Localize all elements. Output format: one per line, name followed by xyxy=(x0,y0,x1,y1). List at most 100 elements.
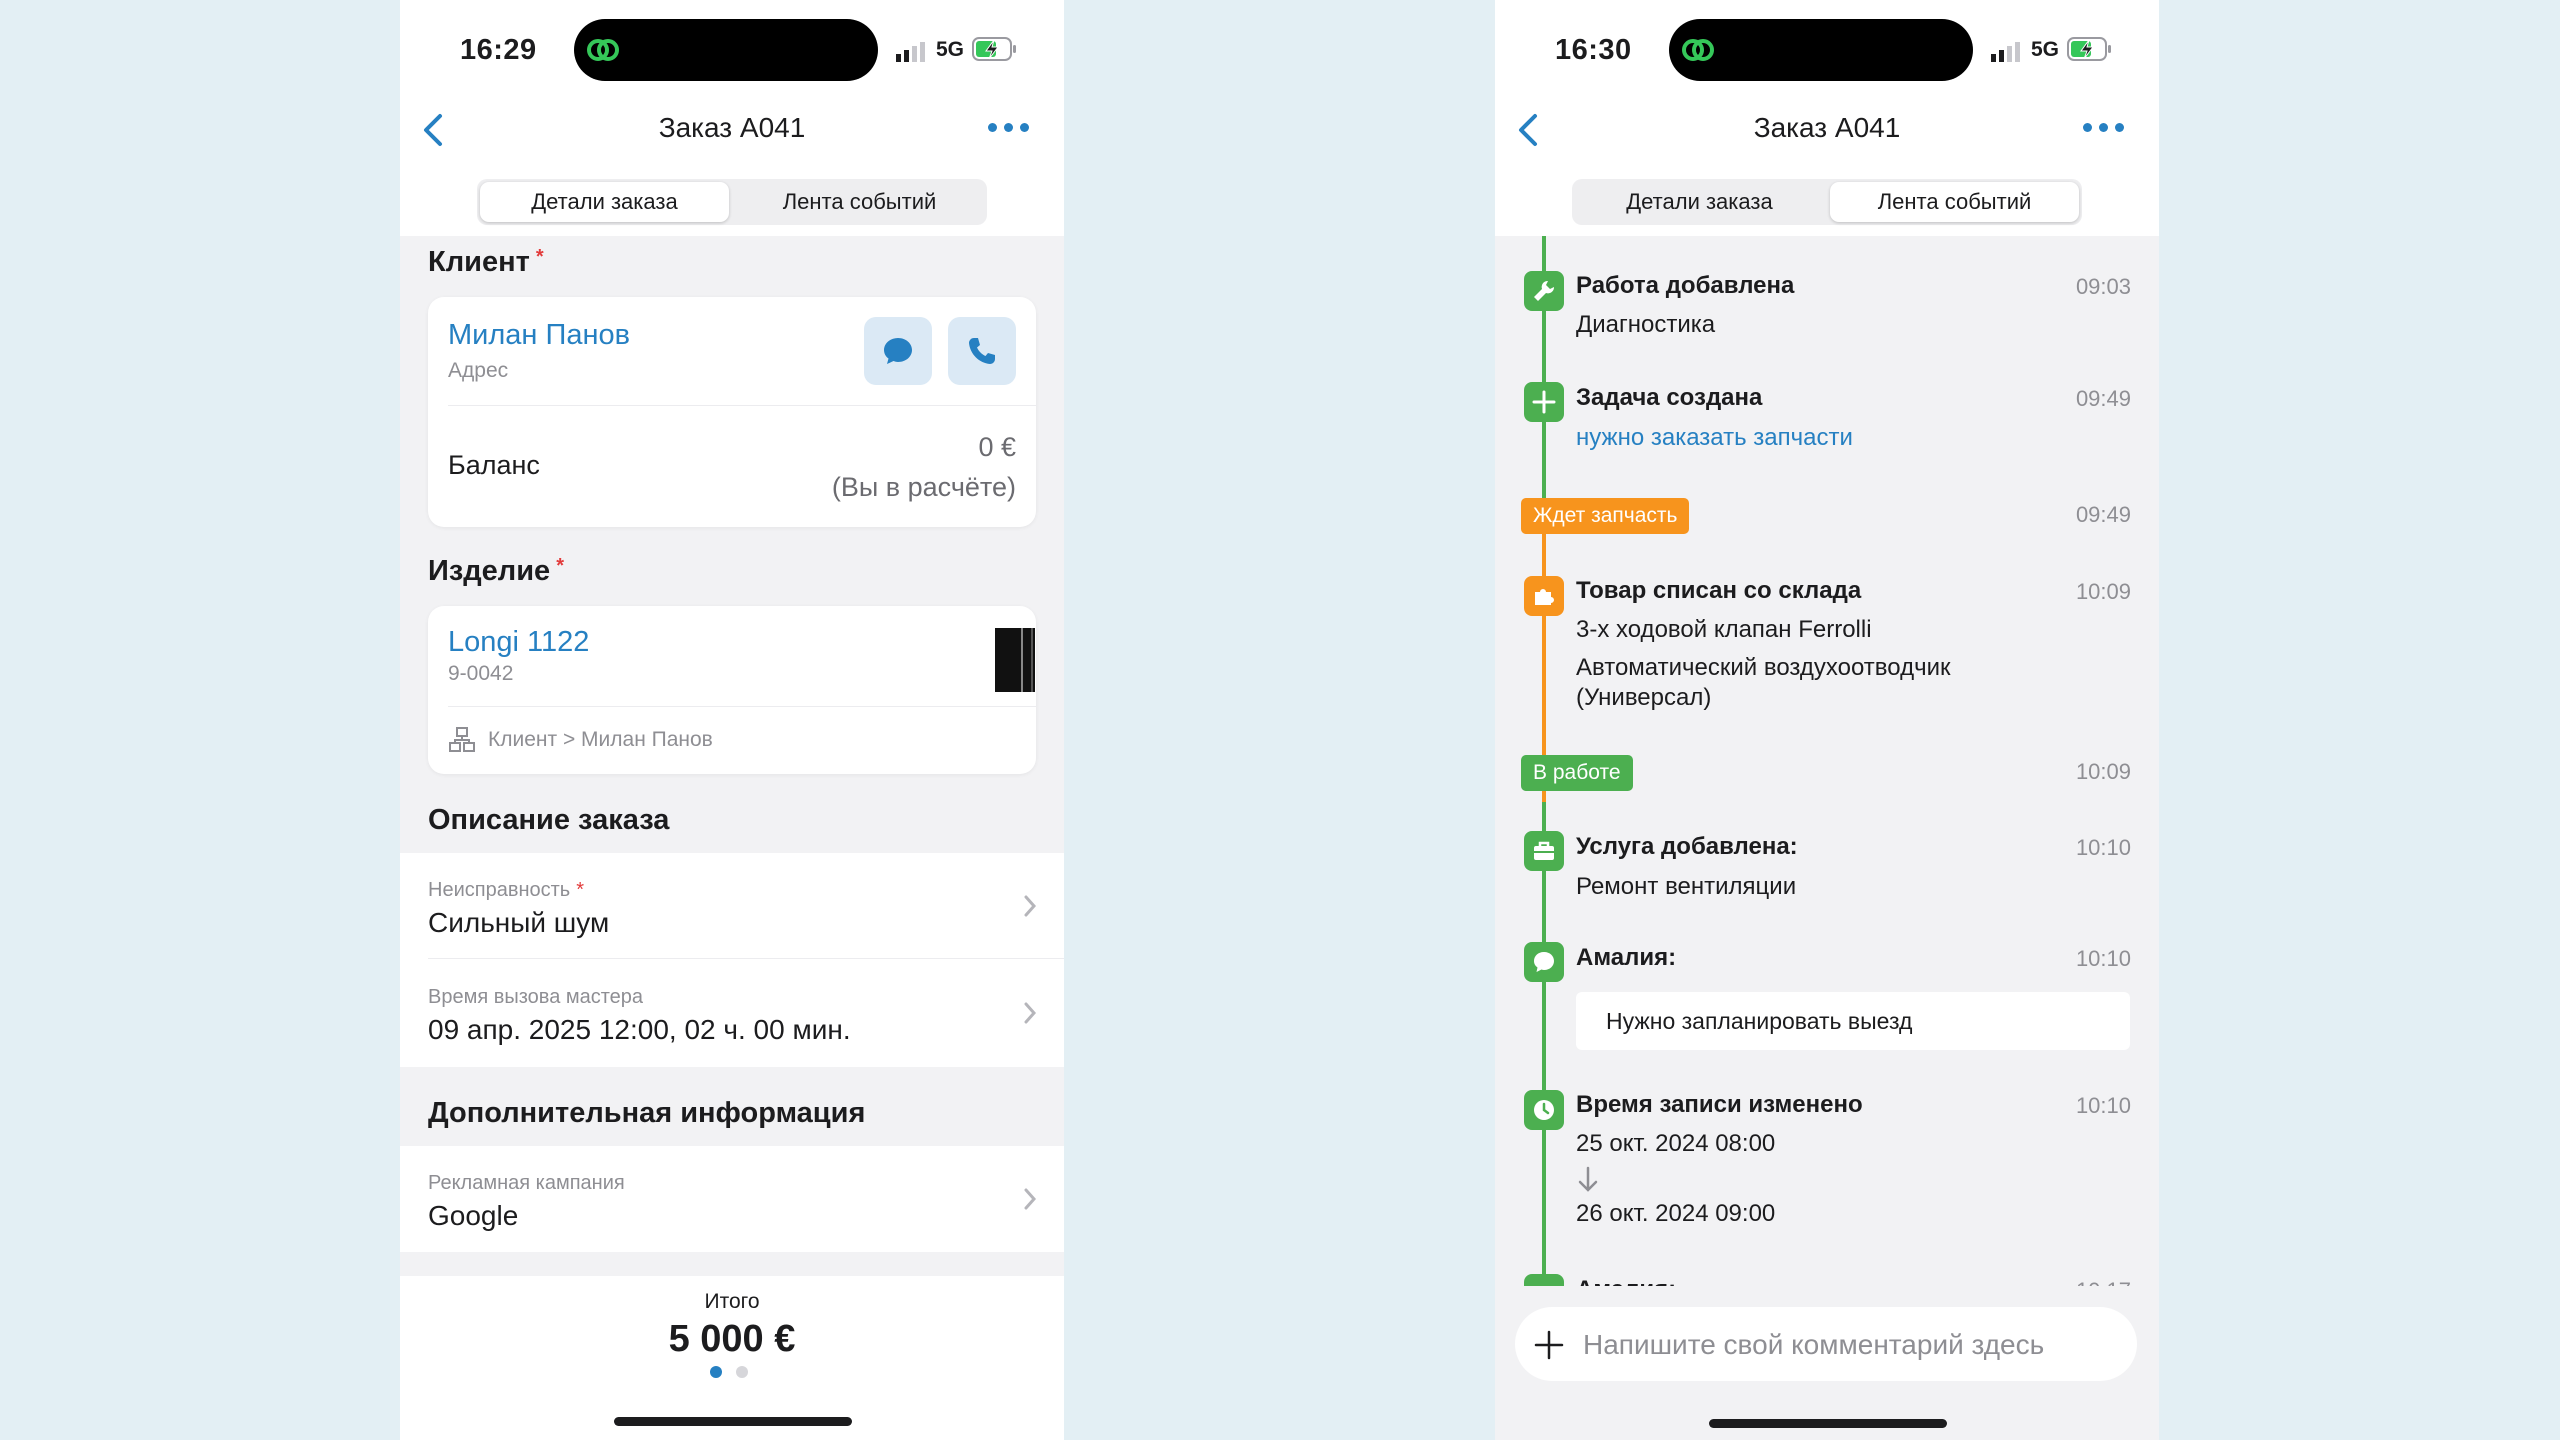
network-type: 5G xyxy=(936,38,965,61)
battery-charging-icon xyxy=(2067,37,2111,61)
balance-value: 0 € xyxy=(978,432,1016,462)
dynamic-island xyxy=(1669,19,1973,81)
product-name-link[interactable]: Longi 1122 xyxy=(448,626,589,659)
tab-event-feed[interactable]: Лента событий xyxy=(1830,182,2079,222)
phone-order-details: 16:29 5G Заказ A041 Детали заказа Лента … xyxy=(400,0,1064,1440)
tab-switcher: Детали заказа Лента событий xyxy=(1572,179,2082,225)
visit-time-value: 09 апр. 2025 12:00, 02 ч. 00 мин. xyxy=(428,1014,851,1045)
tab-switcher: Детали заказа Лента событий xyxy=(477,179,987,225)
chat-bubble-icon xyxy=(884,338,912,364)
card-divider xyxy=(448,405,1036,406)
page-dot xyxy=(736,1366,748,1378)
phone-icon xyxy=(969,338,995,364)
add-attachment-icon[interactable] xyxy=(1533,1329,1565,1361)
event-time: 09:49 xyxy=(2075,386,2131,411)
comment-bubble: Нужно запланировать выезд xyxy=(1576,992,2130,1050)
event-time: 09:03 xyxy=(2075,274,2131,299)
event-title: Время записи изменено xyxy=(1576,1091,1863,1118)
more-options-icon[interactable] xyxy=(988,112,1048,142)
plus-icon xyxy=(1524,382,1564,422)
app-logo-icon xyxy=(587,39,619,61)
home-indicator xyxy=(1709,1419,1947,1428)
campaign-row[interactable]: Рекламная кампания Google xyxy=(400,1146,1064,1252)
task-link[interactable]: нужно заказать запчасти xyxy=(1576,424,1853,452)
phone-event-feed: 16:30 5G Заказ A041 Детали заказа Лента … xyxy=(1495,0,2159,1440)
page-title: Заказ A041 xyxy=(658,112,806,143)
campaign-value: Google xyxy=(428,1200,519,1231)
nav-bar: Заказ A041 Детали заказа Лента событий xyxy=(400,96,1064,236)
balance-label: Баланс xyxy=(448,450,540,480)
row-separator xyxy=(428,958,1064,959)
event-detail: Ремонт вентиляции xyxy=(1576,873,1797,900)
balance-note: (Вы в расчёте) xyxy=(831,472,1016,502)
wrench-icon xyxy=(1524,271,1564,311)
description-list: Неисправность * Сильный шум Время вызова … xyxy=(400,853,1064,1067)
bottom-area xyxy=(1495,1386,2159,1440)
network-type: 5G xyxy=(2031,38,2060,61)
call-button[interactable] xyxy=(948,317,1016,385)
puzzle-icon xyxy=(1524,576,1564,616)
campaign-label: Рекламная кампания xyxy=(428,1172,625,1194)
tab-order-details[interactable]: Детали заказа xyxy=(480,182,729,222)
client-section-title: Клиент * xyxy=(428,246,544,279)
comment-author: Амалия: xyxy=(1576,944,1677,971)
product-owner-path: Клиент > Милан Панов xyxy=(488,728,713,751)
message-button[interactable] xyxy=(864,317,932,385)
visit-time-row[interactable]: Время вызова мастера 09 апр. 2025 12:00,… xyxy=(400,960,1064,1066)
description-section-title: Описание заказа xyxy=(428,804,670,836)
signal-icon xyxy=(896,42,925,62)
status-bar: 16:29 5G xyxy=(400,0,1064,96)
required-mark: * xyxy=(576,879,584,901)
clock-icon xyxy=(1524,1090,1564,1130)
chat-icon xyxy=(1524,1274,1564,1286)
card-divider xyxy=(448,706,1036,707)
briefcase-icon xyxy=(1524,831,1564,871)
dynamic-island xyxy=(574,19,878,81)
event-timeline: Работа добавлена 09:03 Диагностика Задач… xyxy=(1495,236,2159,1286)
event-title: Работа добавлена xyxy=(1576,272,1795,299)
app-logo-icon xyxy=(1682,39,1714,61)
client-address: Адрес xyxy=(448,359,509,382)
status-time: 16:30 xyxy=(1555,34,1632,66)
page-indicator[interactable] xyxy=(710,1366,748,1378)
total-label: Итого xyxy=(704,1290,760,1313)
client-card: Милан Панов Адрес Баланс 0 € (Вы в расчё… xyxy=(428,297,1036,527)
hierarchy-icon xyxy=(449,727,475,752)
comment-input[interactable] xyxy=(1581,1319,2125,1371)
event-time: 10:10 xyxy=(2075,1093,2131,1118)
chevron-right-icon xyxy=(1024,1188,1037,1210)
total-footer: Итого 5 000 € xyxy=(400,1276,1064,1440)
total-value: 5 000 € xyxy=(668,1318,796,1360)
status-badge: Ждет запчасть xyxy=(1521,498,1690,534)
product-thumbnail xyxy=(995,628,1035,692)
product-card[interactable]: Longi 1122 9-0042 Клиент > Милан Панов xyxy=(428,606,1036,774)
client-section-label: Клиент xyxy=(428,246,530,278)
arrow-down-icon xyxy=(1578,1166,1598,1192)
status-badge: В работе xyxy=(1521,755,1633,791)
page-dot-active xyxy=(710,1366,722,1378)
visit-time-label: Время вызова мастера xyxy=(428,986,644,1008)
fault-label: Неисправность * xyxy=(428,879,584,902)
client-name-link[interactable]: Милан Панов xyxy=(448,319,630,352)
product-section-label: Изделие xyxy=(428,555,551,587)
fault-row[interactable]: Неисправность * Сильный шум xyxy=(400,853,1064,959)
tab-event-feed[interactable]: Лента событий xyxy=(735,182,984,222)
timeline-connector xyxy=(1542,802,1546,1286)
more-options-icon[interactable] xyxy=(2083,112,2143,142)
event-time: 10:10 xyxy=(2075,835,2131,860)
comment-composer xyxy=(1515,1307,2137,1381)
tab-order-details[interactable]: Детали заказа xyxy=(1575,182,1824,222)
product-code: 9-0042 xyxy=(448,662,514,685)
event-time: 10:09 xyxy=(2075,579,2131,604)
event-title: Задача создана xyxy=(1576,384,1763,411)
product-section-title: Изделие * xyxy=(428,555,564,588)
fault-value: Сильный шум xyxy=(428,907,610,938)
chevron-right-icon xyxy=(1024,895,1037,917)
required-mark: * xyxy=(556,555,564,577)
stock-item: 3-х ходовой клапан Ferrolli xyxy=(1576,616,1872,643)
event-time: 10:10 xyxy=(2075,946,2131,971)
status-time: 16:29 xyxy=(460,34,537,66)
stock-item: (Универсал) xyxy=(1576,684,1712,711)
event-time: 10:09 xyxy=(2075,759,2131,784)
battery-charging-icon xyxy=(972,37,1016,61)
